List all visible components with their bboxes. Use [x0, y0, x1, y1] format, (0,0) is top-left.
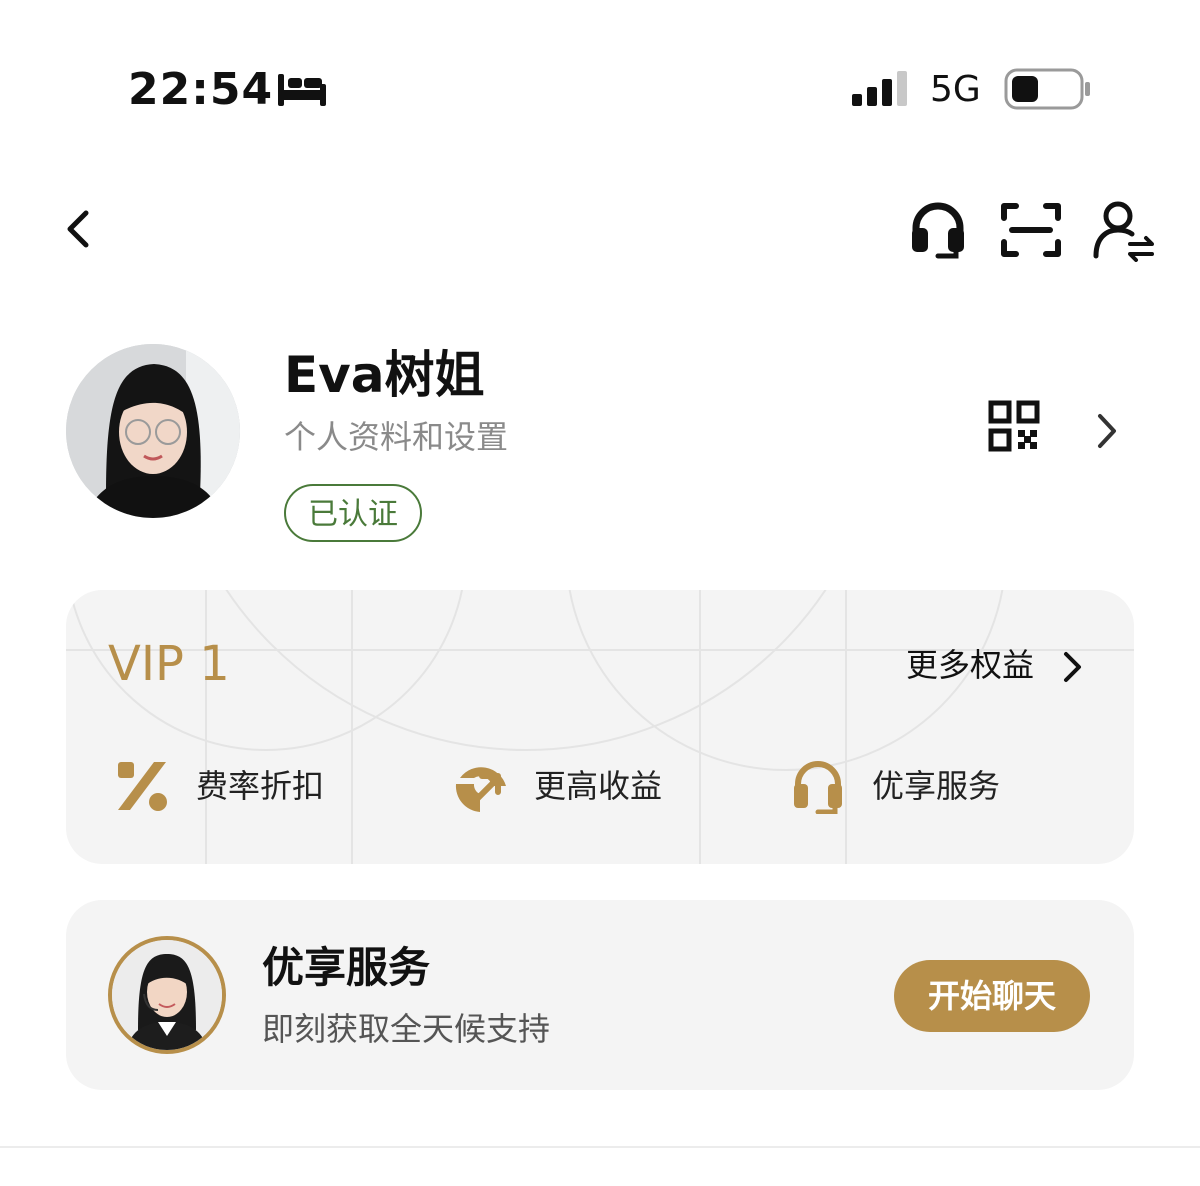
service-subtitle: 即刻获取全天候支持 [262, 1010, 551, 1048]
more-benefits-link[interactable]: 更多权益 [906, 642, 1034, 688]
perk-label-fee-discount: 费率折扣 [196, 767, 325, 805]
headset-icon[interactable] [908, 200, 968, 260]
cellular-signal-icon [852, 71, 907, 106]
status-time: 22:54 [128, 64, 274, 115]
perk-label-higher-yield: 更高收益 [534, 767, 663, 805]
chevron-right-icon[interactable] [1094, 412, 1120, 450]
qr-code-icon[interactable] [988, 400, 1040, 452]
verified-badge: 已认证 [284, 484, 422, 542]
user-avatar[interactable] [66, 344, 240, 518]
start-chat-button[interactable]: 开始聊天 [894, 960, 1090, 1032]
bed-icon [278, 74, 326, 106]
yield-arrow-icon [455, 767, 506, 812]
battery-icon [1004, 68, 1090, 110]
perk-label-premium-service: 优享服务 [872, 767, 1001, 805]
support-agent-avatar [108, 936, 226, 1054]
headset-icon [794, 761, 842, 814]
divider [0, 1146, 1200, 1148]
network-type: 5G [930, 69, 981, 110]
switch-user-icon[interactable] [1090, 198, 1156, 262]
profile-settings-link[interactable]: 个人资料和设置 [284, 414, 508, 460]
premium-service-card: 优享服务 即刻获取全天候支持 开始聊天 [66, 900, 1134, 1090]
percent-icon [118, 762, 167, 811]
back-chevron-icon[interactable] [58, 205, 98, 253]
scan-icon[interactable] [1000, 200, 1062, 260]
vip-level: VIP 1 [108, 636, 230, 692]
service-title: 优享服务 [262, 943, 431, 992]
vip-card[interactable]: VIP 1 更多权益 费率折扣 更高收益 优享服务 [66, 590, 1134, 864]
chevron-right-icon[interactable] [1062, 650, 1084, 684]
profile-name: Eva树姐 [284, 346, 485, 404]
